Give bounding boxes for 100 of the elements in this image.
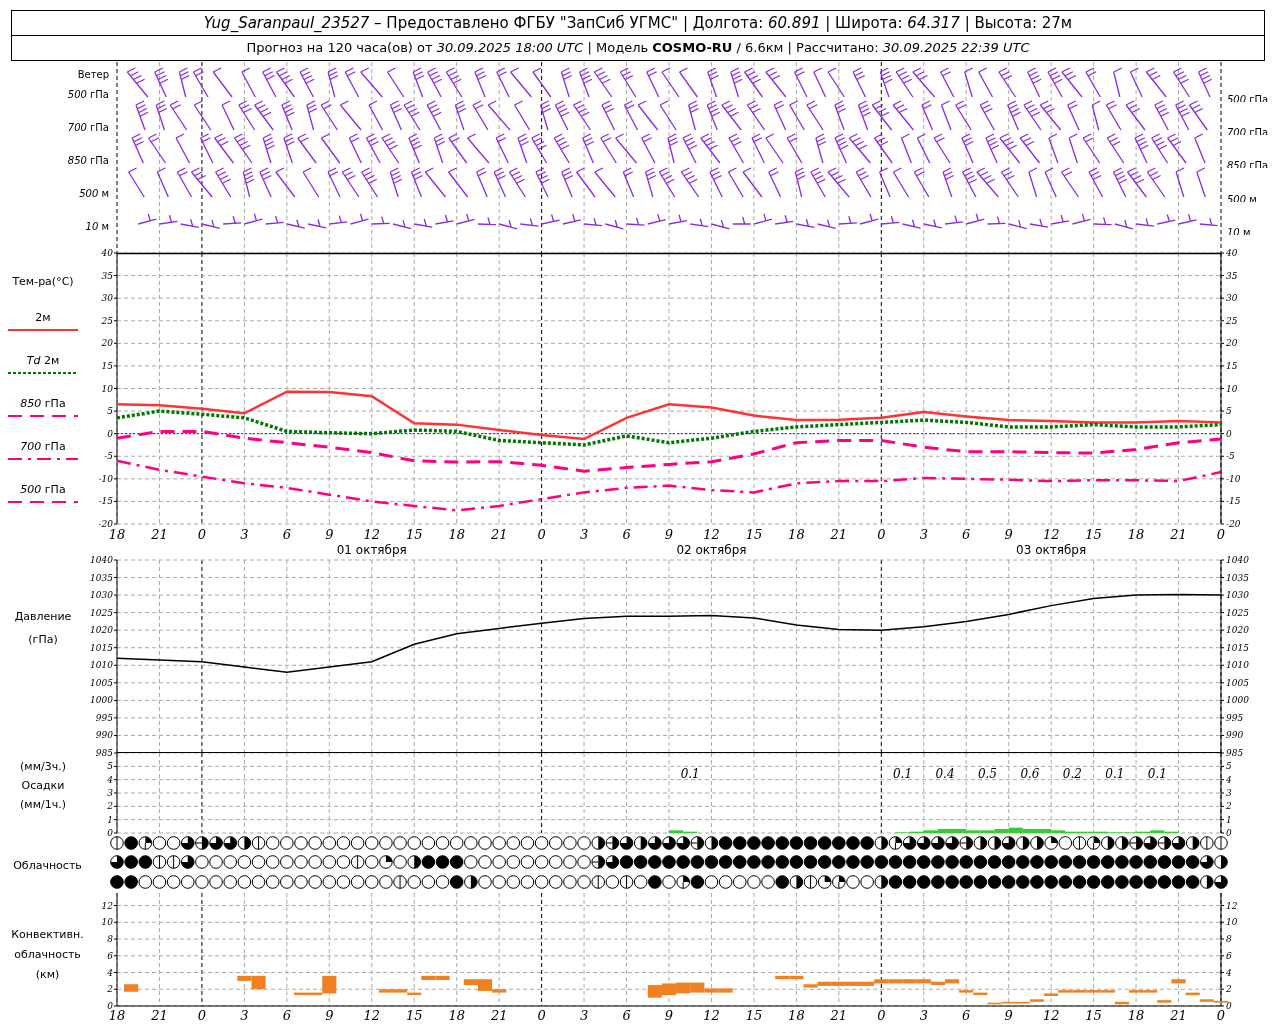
axis-tick-label: 20	[1226, 338, 1238, 349]
axis-tick-label: 15	[405, 527, 423, 542]
axis-tick-label: 30	[1226, 293, 1238, 304]
panel-label: (мм/3ч.)	[20, 760, 66, 774]
legend-label: 700 гПа	[20, 440, 66, 454]
axis-tick-label: 6	[622, 1008, 631, 1023]
axis-tick-label: 1015	[90, 642, 113, 653]
axis-tick-label: 3	[919, 1008, 928, 1023]
axis-tick-label: -10	[1226, 473, 1241, 484]
axis-tick-label: 1035	[1226, 572, 1249, 583]
day-label: 03 октября	[1016, 543, 1087, 557]
axis-tick-label: -5	[1226, 451, 1235, 462]
axis-tick-label: 1010	[1226, 660, 1249, 671]
axis-tick-label: 985	[1226, 748, 1244, 758]
axis-tick-label: 0	[197, 527, 207, 542]
axis-tick-label: 0	[1216, 527, 1226, 542]
axis-tick-label: 12	[1226, 900, 1238, 911]
axis-tick-label: 18	[788, 1008, 805, 1023]
chart-title: Тем-ра(°C)	[12, 275, 74, 289]
axis-tick-label: 21	[151, 527, 168, 542]
axis-tick-label: 990	[1226, 730, 1244, 741]
precipitation-total: 0.5	[977, 767, 997, 781]
axis-tick-label: 21	[490, 1008, 508, 1023]
axis-tick-label: 8	[107, 934, 113, 945]
panel-label: Давление	[14, 610, 72, 624]
axis-tick-label: 15	[745, 1008, 763, 1023]
axis-tick-label: 0	[1226, 1001, 1232, 1011]
axis-tick-label: 15	[1226, 360, 1238, 371]
axis-tick-label: 21	[830, 1008, 848, 1023]
axis-tick-label: 0	[197, 1008, 207, 1023]
axis-tick-label: 9	[1004, 1008, 1013, 1023]
axis-tick-label: 1	[107, 814, 113, 825]
axis-tick-label: 0	[537, 527, 546, 542]
axis-tick-label: 21	[1170, 1008, 1187, 1023]
panel-label: Осадки	[21, 779, 65, 793]
axis-tick-label: 5	[107, 761, 113, 772]
axis-tick-label: 3	[579, 1008, 589, 1023]
axis-tick-label: 6	[622, 527, 631, 542]
axis-tick-label: 18	[788, 527, 805, 542]
axis-tick-label: 1000	[1226, 695, 1249, 706]
precipitation-total: 0.1	[680, 767, 700, 781]
axis-tick-label: 1025	[1226, 607, 1249, 618]
axis-tick-label: 12	[703, 527, 720, 542]
axis-tick-label: 35	[101, 270, 113, 281]
panel-label: облачность	[14, 948, 81, 962]
axis-tick-label: 10	[101, 383, 113, 394]
panel-label: Конвективн.	[11, 928, 84, 942]
axis-tick-label: 18	[1127, 527, 1145, 542]
axis-tick-label: 9	[664, 1008, 674, 1023]
axis-tick-label: 1000	[90, 695, 113, 706]
axis-tick-label: 1	[1226, 814, 1232, 825]
axis-tick-label: 12	[363, 1008, 381, 1023]
day-label: 02 октября	[676, 543, 747, 557]
precipitation-total: 0.1	[893, 767, 913, 781]
axis-tick-label: 5	[1226, 406, 1232, 417]
axis-tick-label: 0	[1226, 428, 1232, 439]
axis-tick-label: 21	[830, 527, 848, 542]
axis-tick-label: -20	[1226, 519, 1241, 529]
axis-tick-label: 18	[448, 1008, 465, 1023]
day-label: 01 октября	[336, 543, 407, 557]
axis-tick-label: 12	[101, 900, 113, 911]
axis-tick-label: -5	[104, 451, 113, 462]
axis-tick-label: 25	[101, 315, 113, 326]
axis-tick-label: 6	[1226, 950, 1232, 961]
axis-tick-label: -10	[98, 473, 113, 484]
axis-tick-label: 21	[490, 527, 508, 542]
wind-title: Ветер	[77, 68, 109, 82]
axis-tick-label: 15	[405, 1008, 423, 1023]
axis-tick-label: 2	[1226, 984, 1232, 995]
axis-tick-label: 3	[1226, 788, 1232, 798]
precipitation-total: 0.6	[1020, 767, 1040, 781]
axis-tick-label: 40	[101, 248, 113, 258]
legend-label: 2м	[35, 311, 51, 325]
precipitation-total: 0.1	[1105, 767, 1125, 781]
axis-tick-label: 5	[107, 406, 113, 417]
axis-tick-label: 1005	[1226, 677, 1249, 688]
axis-tick-label: 4	[1226, 967, 1232, 978]
axis-tick-label: 6	[962, 1008, 971, 1023]
axis-tick-label: 18	[108, 527, 126, 542]
axis-tick-label: 1015	[1226, 642, 1249, 653]
axis-tick-label: 1005	[90, 677, 113, 688]
axis-tick-label: 1010	[90, 660, 113, 671]
axis-tick-label: 990	[95, 730, 113, 741]
axis-tick-label: 9	[664, 527, 674, 542]
axis-tick-label: 0	[107, 828, 113, 838]
header-line: Yug_Saranpaul_23527 – Предоставлено ФГБУ "ЗапСиб УГМС" | Долгота: 60.891 | Широта: 64.317 | Высота: 27м	[202, 13, 1074, 34]
axis-tick-label: 12	[703, 1008, 720, 1023]
axis-tick-label: 4	[107, 967, 113, 978]
legend-label: 500 гПа	[20, 483, 66, 497]
axis-tick-label: 3	[919, 527, 928, 542]
panel-label: Облачность	[13, 859, 82, 873]
axis-tick-label: 3	[240, 527, 249, 542]
axis-tick-label: 2	[107, 801, 113, 812]
axis-tick-label: 21	[151, 1008, 168, 1023]
axis-tick-label: 12	[1042, 1008, 1060, 1023]
axis-tick-label: 2	[1226, 801, 1232, 812]
axis-tick-label: 9	[1004, 527, 1013, 542]
axis-tick-label: 3	[579, 527, 589, 542]
axis-tick-label: 4	[107, 774, 113, 785]
axis-tick-label: 1025	[90, 607, 113, 618]
